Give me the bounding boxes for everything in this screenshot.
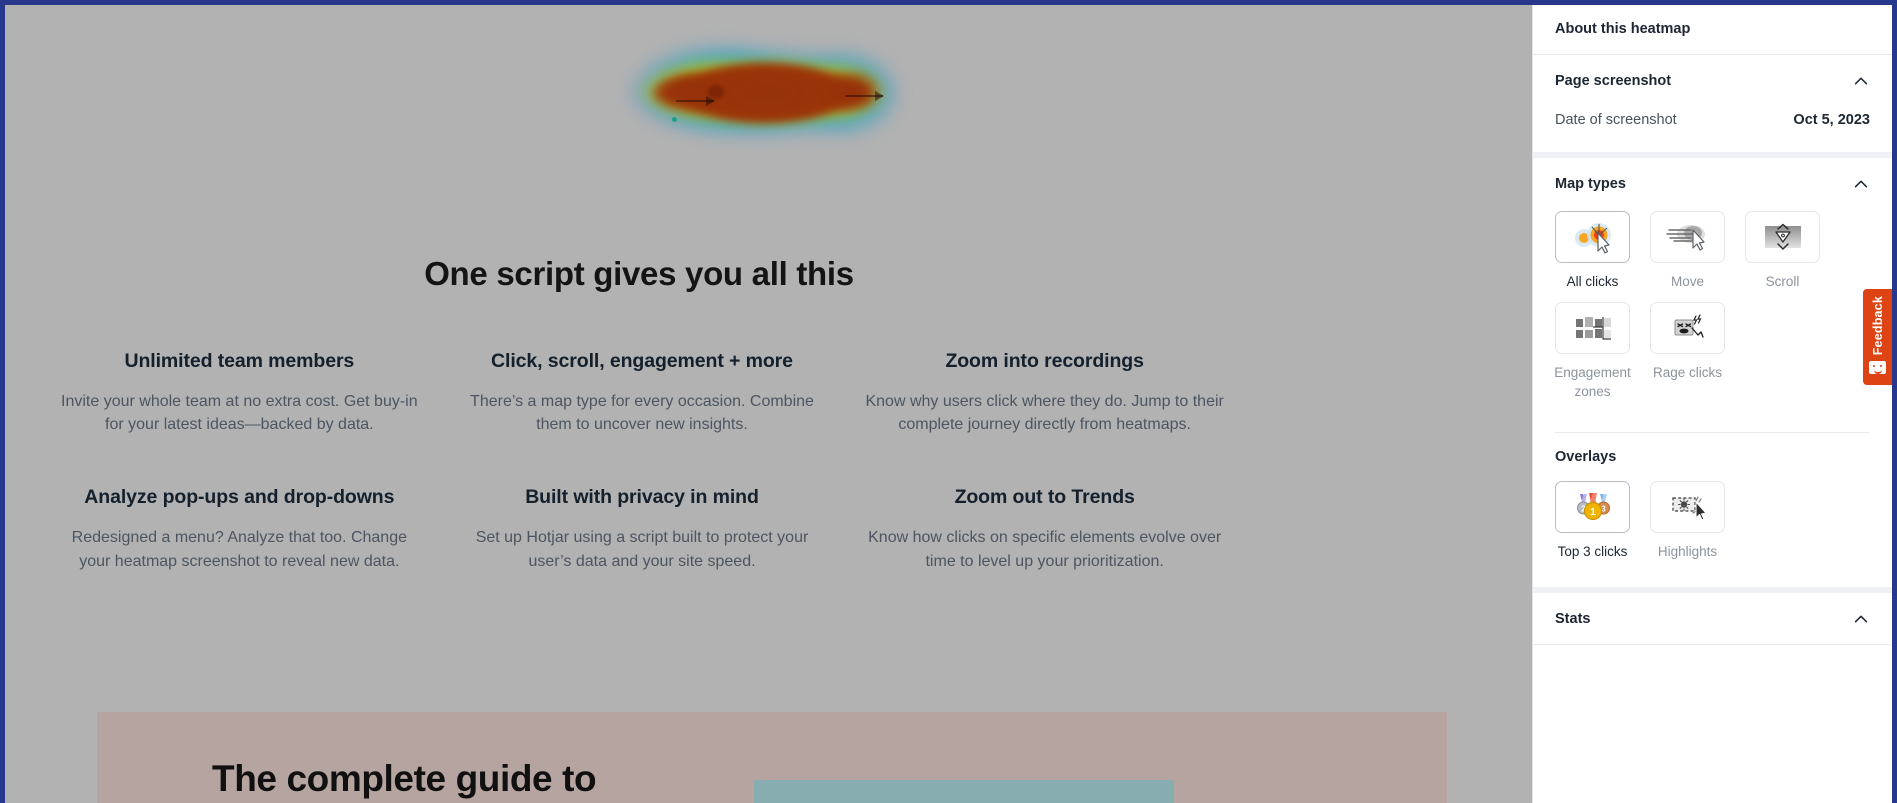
all-clicks-icon — [1574, 223, 1611, 254]
overlay-highlights[interactable]: Highlights — [1650, 480, 1725, 562]
map-type-engagement-zones-box[interactable] — [1555, 301, 1630, 354]
engagement-zones-icon — [1575, 316, 1611, 340]
arrow-left-icon — [676, 96, 715, 106]
guide-promo-band: The complete guide to — [97, 712, 1447, 803]
feature-title: Built with privacy in mind — [525, 486, 759, 509]
medals-icon: 2 3 1 — [1576, 492, 1610, 520]
about-header: About this heatmap — [1533, 5, 1892, 54]
overlay-highlights-box[interactable] — [1650, 480, 1725, 533]
overlay-top-3-clicks[interactable]: 2 3 1 Top 3 clicks — [1555, 480, 1630, 562]
feedback-tab[interactable]: Feedback — [1863, 289, 1892, 385]
feature-title: Click, scroll, engagement + more — [491, 350, 793, 372]
feature-title: Zoom out to Trends — [954, 486, 1135, 509]
feature-body: Know why users click where they do. Jump… — [865, 393, 1224, 434]
map-types-title: Map types — [1555, 176, 1626, 192]
scroll-icon — [1764, 223, 1801, 250]
feature-grid: Unlimited team members Invite your whole… — [47, 350, 1237, 573]
heatmap-halo-layer — [630, 51, 895, 135]
map-types-header[interactable]: Map types — [1533, 158, 1892, 209]
page-heading: One script gives you all this — [424, 255, 854, 292]
feature-title: Unlimited team members — [124, 350, 355, 372]
arrow-right-icon — [845, 91, 884, 101]
heatmap-core-layer — [826, 69, 882, 113]
map-types-section: Map types All clicks Move Scroll Engagem… — [1533, 158, 1892, 594]
heatmap-hotspot — [708, 85, 724, 99]
feature-body: Redesigned a menu? Analyze that too. Cha… — [71, 529, 407, 570]
heatmap-viewer-window: One script gives you all this Unlimited … — [0, 0, 1897, 803]
feature-cell: Zoom into recordings Know why users clic… — [852, 350, 1237, 436]
page-screenshot-title: Page screenshot — [1555, 73, 1672, 89]
overlay-top-3-clicks-box[interactable]: 2 3 1 — [1555, 480, 1630, 533]
page-screenshot-canvas[interactable]: One script gives you all this Unlimited … — [5, 5, 1537, 803]
map-type-scroll[interactable]: Scroll — [1745, 211, 1820, 292]
chevron-up-icon[interactable] — [1852, 175, 1870, 193]
map-type-move-box[interactable] — [1650, 211, 1725, 263]
svg-text:1: 1 — [1590, 506, 1596, 518]
map-type-engagement-zones-label: Engagement zones — [1554, 364, 1631, 400]
stats-section: Stats — [1533, 593, 1892, 646]
page-screenshot-header[interactable]: Page screenshot — [1533, 55, 1892, 106]
date-of-screenshot-row: Date of screenshot Oct 5, 2023 — [1533, 106, 1892, 152]
highlights-icon — [1671, 496, 1707, 521]
heatmap-mid-layer — [646, 57, 766, 119]
feature-body: Know how clicks on specific elements evo… — [868, 529, 1222, 570]
heatmap-settings-sidebar: About this heatmap Page screenshot Date … — [1532, 5, 1892, 803]
heatmap-core-layer — [652, 67, 874, 119]
smiley-face-icon — [1869, 361, 1886, 375]
map-type-scroll-box[interactable] — [1745, 211, 1820, 263]
overlay-top-3-clicks-label: Top 3 clicks — [1557, 543, 1628, 559]
map-type-all-clicks-label: All clicks — [1566, 274, 1619, 289]
feature-body: Invite your whole team at no extra cost.… — [61, 393, 418, 434]
feature-body: Set up Hotjar using a script built to pr… — [475, 529, 809, 570]
heatmap-halo-layer — [642, 47, 792, 127]
feedback-tab-label: Feedback — [1870, 296, 1885, 356]
feature-cell: Analyze pop-ups and drop-downs Redesigne… — [47, 486, 432, 572]
date-of-screenshot-value: Oct 5, 2023 — [1793, 112, 1870, 128]
guide-promo-accent-block — [754, 780, 1174, 803]
stats-title: Stats — [1555, 611, 1591, 628]
map-type-rage-clicks-label: Rage clicks — [1652, 364, 1723, 380]
guide-promo-title: The complete guide to — [212, 758, 597, 799]
page-screenshot-section: Page screenshot Date of screenshot Oct 5… — [1533, 55, 1892, 158]
map-type-all-clicks-box[interactable] — [1555, 211, 1630, 263]
chevron-up-icon[interactable] — [1852, 72, 1870, 90]
feature-cell: Unlimited team members Invite your whole… — [47, 350, 432, 436]
heatmap-click-blob — [630, 47, 895, 139]
date-of-screenshot-label: Date of screenshot — [1555, 112, 1677, 128]
stats-header[interactable]: Stats — [1533, 593, 1892, 644]
chevron-up-icon[interactable] — [1852, 610, 1870, 628]
feature-title: Zoom into recordings — [945, 350, 1144, 372]
overlays-title: Overlays — [1555, 448, 1617, 465]
feature-cell: Zoom out to Trends Know how clicks on sp… — [852, 486, 1237, 572]
map-type-rage-clicks[interactable]: Rage clicks — [1650, 301, 1725, 402]
map-type-scroll-label: Scroll — [1765, 274, 1800, 289]
feature-body: There’s a map type for every occasion. C… — [470, 393, 814, 434]
heatmap-core-layer — [690, 63, 840, 123]
feature-title: Analyze pop-ups and drop-downs — [84, 486, 395, 509]
feature-cell: Built with privacy in mind Set up Hotjar… — [450, 486, 835, 572]
heatmap-halo-layer — [798, 53, 893, 133]
overlay-highlights-label: Highlights — [1657, 543, 1718, 559]
move-icon — [1665, 225, 1705, 251]
rage-clicks-icon — [1674, 313, 1704, 338]
map-type-engagement-zones[interactable]: Engagement zones — [1554, 301, 1631, 402]
map-type-move[interactable]: Move — [1650, 211, 1725, 292]
heatmap-mid-layer — [640, 59, 885, 125]
heatmap-click-dot — [672, 117, 677, 122]
map-type-all-clicks[interactable]: All clicks — [1555, 211, 1630, 292]
map-types-tile-grid: All clicks Move Scroll Engagement zones … — [1533, 209, 1892, 428]
map-type-move-label: Move — [1670, 274, 1704, 289]
about-section: About this heatmap — [1533, 5, 1892, 55]
heatmap-mid-layer — [802, 61, 886, 123]
about-title: About this heatmap — [1555, 21, 1691, 37]
map-type-rage-clicks-box[interactable] — [1650, 301, 1725, 354]
feature-cell: Click, scroll, engagement + more There’s… — [450, 350, 835, 436]
overlays-tile-grid: 2 3 1 Top 3 clicks Highlights — [1533, 479, 1892, 588]
heatmap-core-layer — [658, 73, 718, 107]
